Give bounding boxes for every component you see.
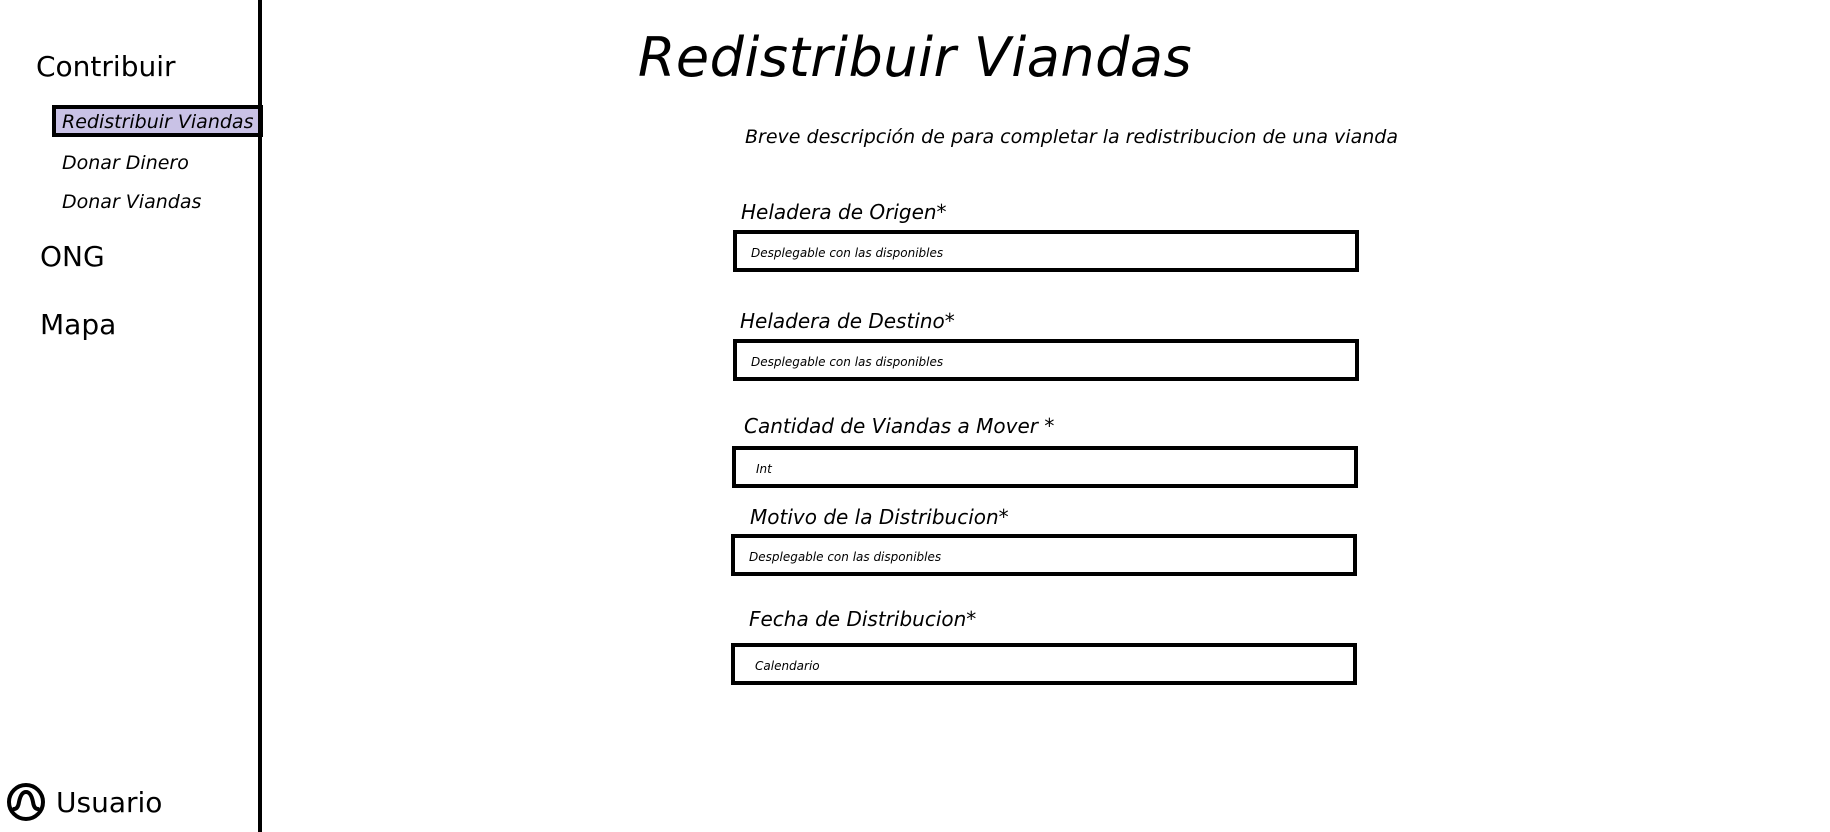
fecha-distribucion-placeholder: Calendario	[755, 659, 820, 673]
cantidad-viandas-placeholder: Int	[756, 462, 772, 476]
field-label-fecha-distribucion: Fecha de Distribucion*	[749, 607, 977, 631]
heladera-origen-placeholder: Desplegable con las disponibles	[751, 246, 944, 260]
page-description: Breve descripción de para completar la r…	[745, 126, 1398, 148]
heladera-origen-select[interactable]: Desplegable con las disponibles	[733, 230, 1359, 272]
nav-section-ong[interactable]: ONG	[40, 240, 105, 273]
heladera-destino-select[interactable]: Desplegable con las disponibles	[733, 339, 1359, 381]
field-label-heladera-destino: Heladera de Destino*	[740, 309, 955, 333]
field-label-motivo-distribucion: Motivo de la Distribucion*	[750, 505, 1009, 529]
cantidad-viandas-input[interactable]: Int	[732, 446, 1358, 488]
motivo-distribucion-placeholder: Desplegable con las disponibles	[749, 550, 942, 564]
sidebar-divider	[258, 0, 262, 832]
motivo-distribucion-select[interactable]: Desplegable con las disponibles	[731, 534, 1357, 576]
user-menu[interactable]: Usuario	[6, 782, 162, 822]
nav-item-donar-dinero[interactable]: Donar Dinero	[62, 152, 189, 174]
heladera-destino-placeholder: Desplegable con las disponibles	[751, 355, 944, 369]
user-icon	[7, 783, 45, 821]
nav-item-donar-viandas[interactable]: Donar Viandas	[62, 191, 201, 213]
field-label-cantidad-viandas: Cantidad de Viandas a Mover *	[744, 414, 1055, 438]
nav-item-redistribuir-viandas[interactable]: Redistribuir Viandas	[52, 105, 264, 137]
fecha-distribucion-input[interactable]: Calendario	[731, 643, 1357, 685]
user-label: Usuario	[56, 785, 163, 819]
nav-section-mapa[interactable]: Mapa	[40, 308, 116, 341]
field-label-heladera-origen: Heladera de Origen*	[741, 200, 947, 224]
sidebar: Contribuir Redistribuir Viandas Donar Di…	[0, 0, 264, 832]
page-title: Redistribuir Viandas	[637, 26, 1193, 89]
